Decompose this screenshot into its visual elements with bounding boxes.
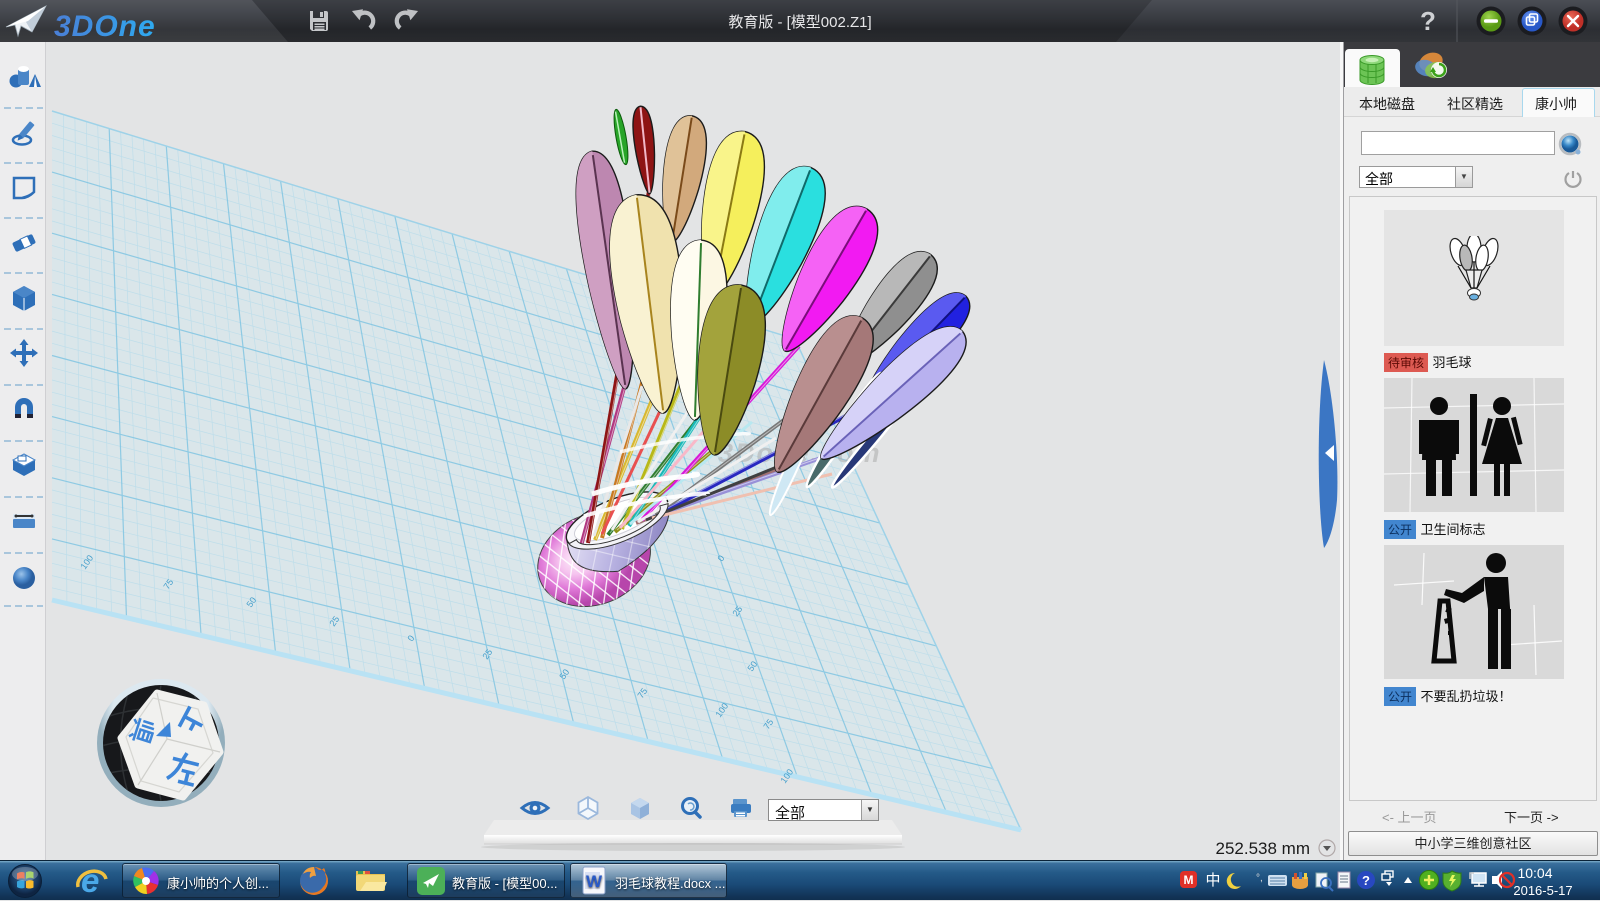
svg-text:?: ? (1420, 6, 1436, 36)
svg-text:W: W (586, 872, 603, 891)
svg-text:?: ? (1362, 873, 1370, 888)
svg-text:教育版 - [模型002.Z1]: 教育版 - [模型002.Z1] (728, 14, 871, 31)
svg-text:e: e (81, 862, 99, 899)
svg-text:M: M (1184, 873, 1194, 887)
svg-text:中: 中 (1205, 872, 1220, 889)
svg-text:°,: °, (1256, 873, 1263, 884)
svg-text:2016-5-17: 2016-5-17 (1513, 883, 1572, 898)
svg-text:3DOne: 3DOne (54, 10, 156, 42)
svg-text:10:04: 10:04 (1517, 865, 1552, 881)
svg-text:252.538 mm: 252.538 mm (1216, 839, 1311, 858)
